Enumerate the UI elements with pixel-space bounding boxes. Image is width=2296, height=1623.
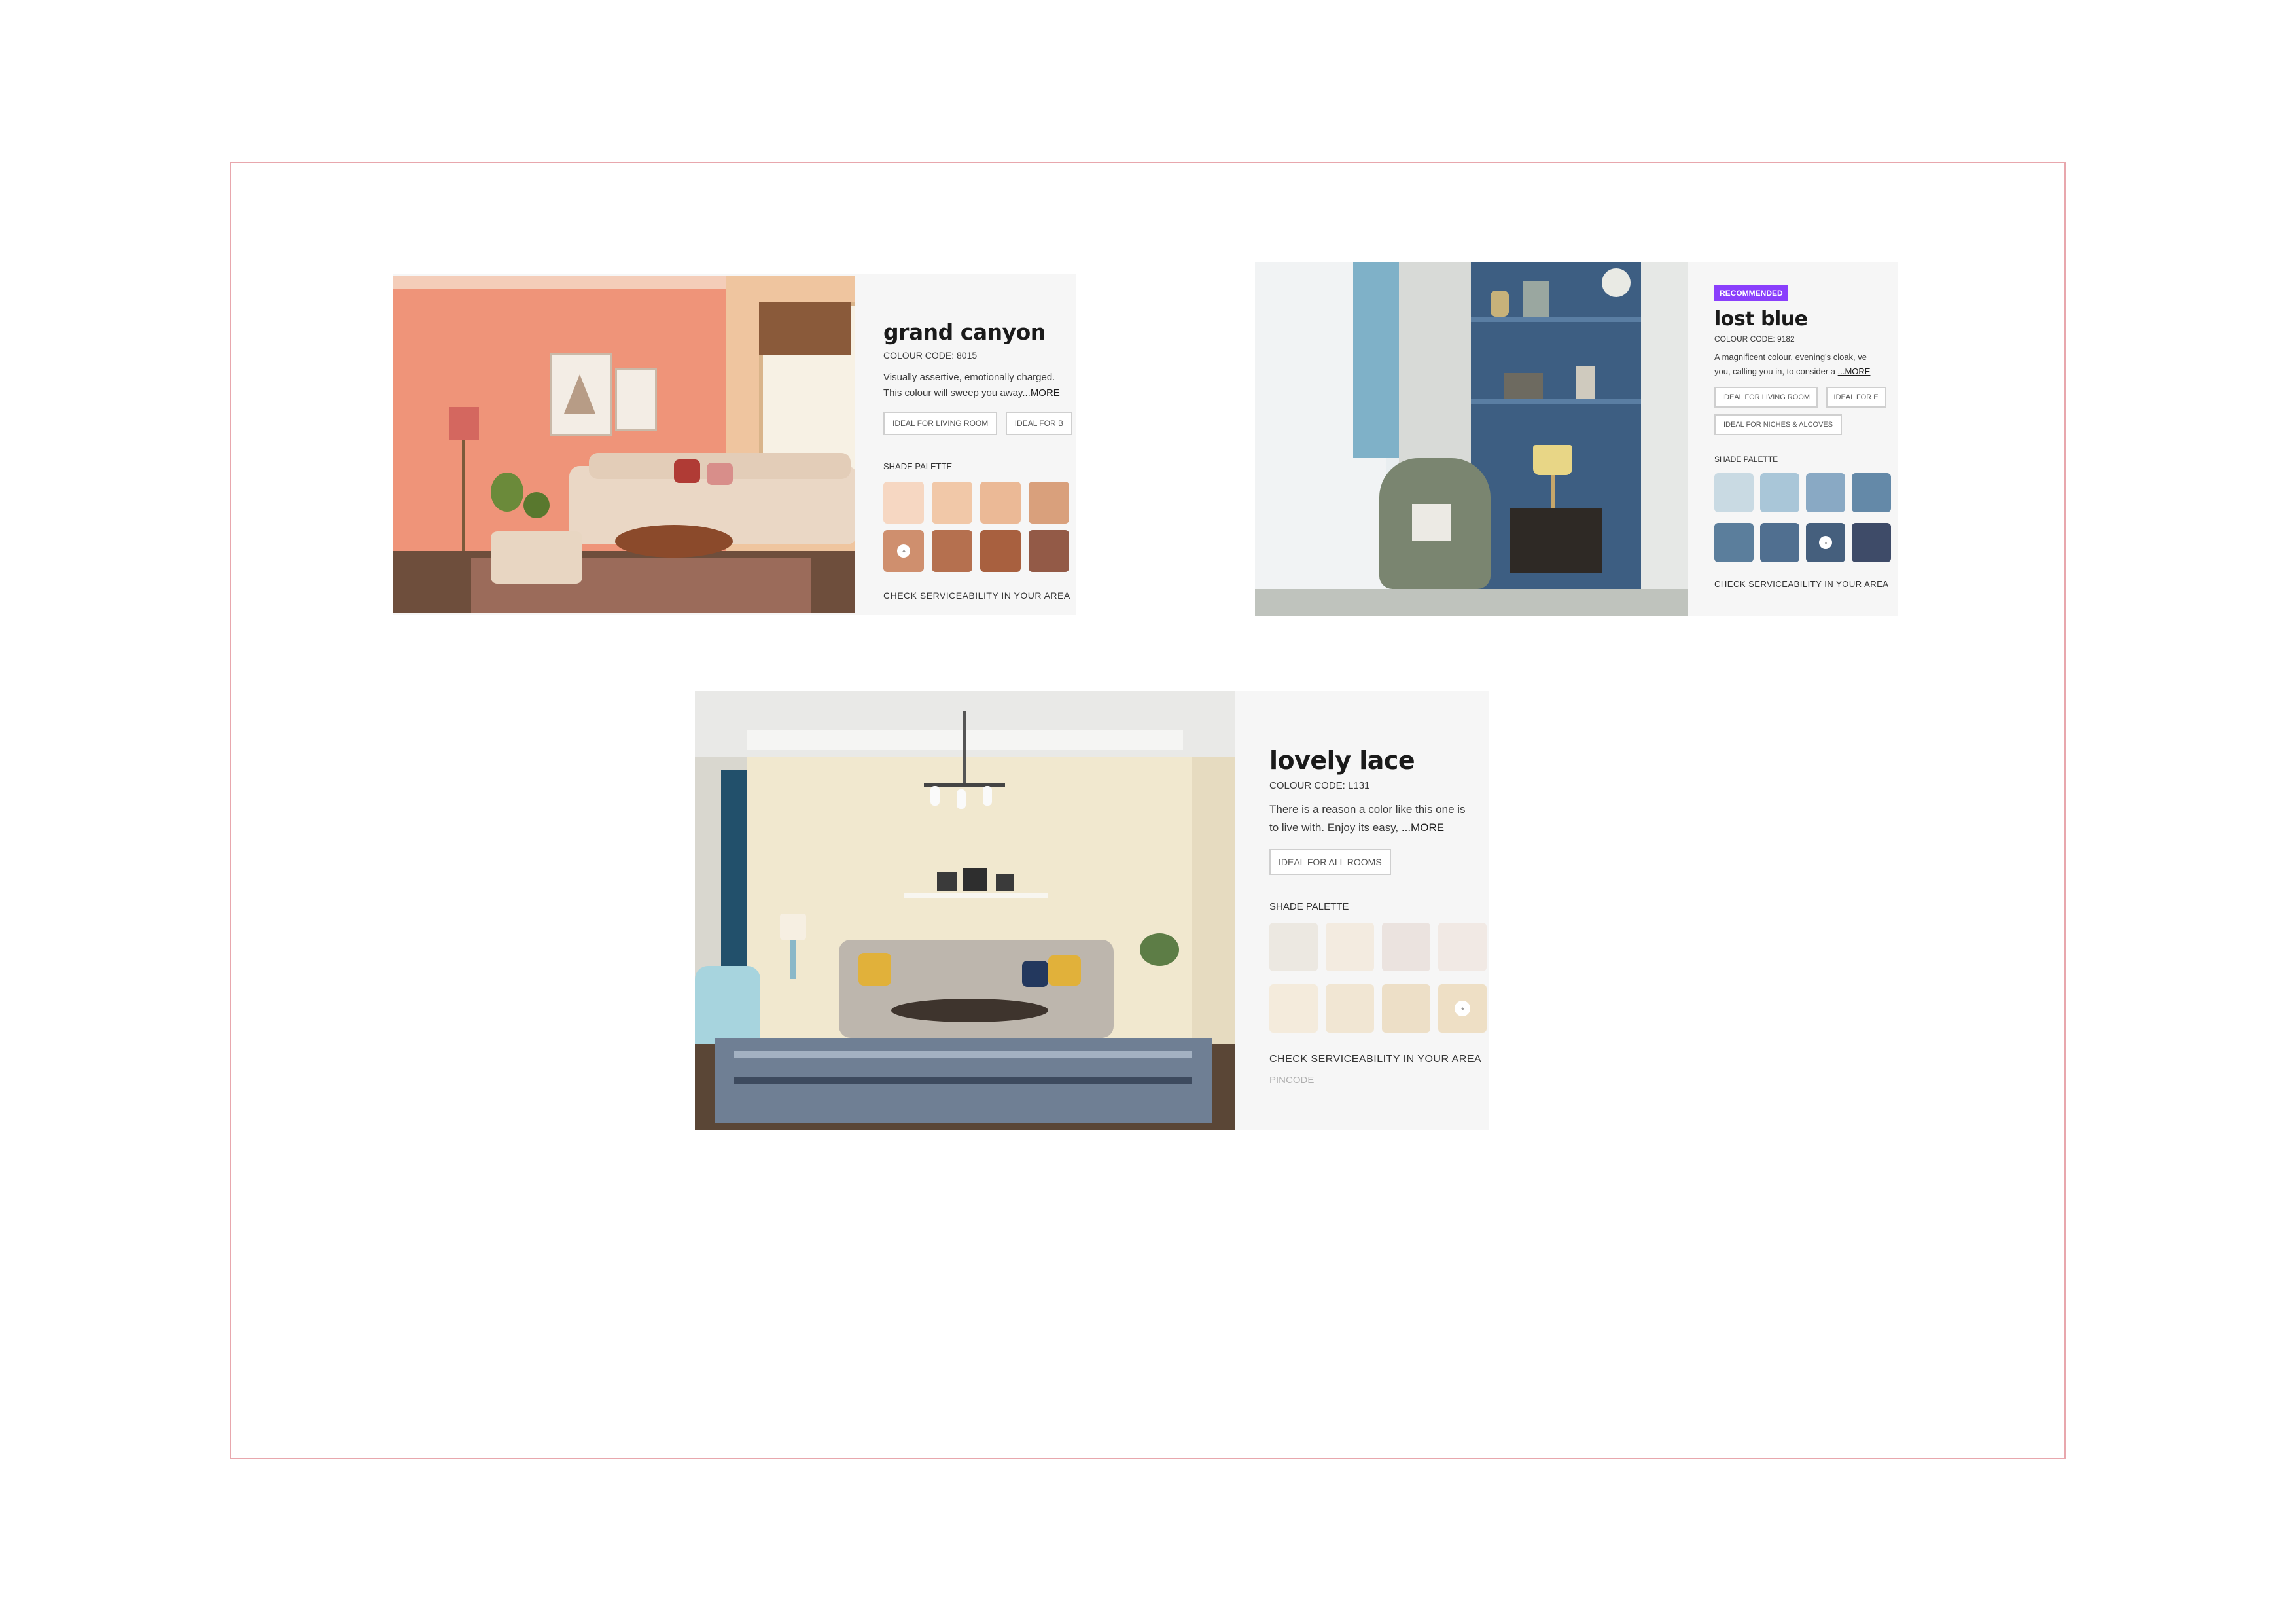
tag-ideal-for-entrance[interactable]: IDEAL FOR E [1826, 387, 1886, 408]
colour-card-lost-blue: RECOMMENDED lost blue COLOUR CODE: 9182 … [1255, 262, 1898, 616]
colour-description: There is a reason a color like this one … [1269, 803, 1466, 834]
shade-swatch[interactable] [1438, 923, 1487, 971]
shade-swatch-selected[interactable] [1438, 984, 1487, 1033]
colour-card-grand-canyon: grand canyon COLOUR CODE: 8015 Visually … [393, 274, 1076, 615]
tag-ideal-for-bedroom[interactable]: IDEAL FOR B [1005, 412, 1072, 435]
check-serviceability-label[interactable]: CHECK SERVICEABILITY IN YOUR AREA [1269, 1054, 1487, 1065]
checkmark-icon [897, 544, 910, 558]
shade-palette [1269, 923, 1487, 1033]
shade-palette-label: SHADE PALETTE [1714, 455, 1778, 464]
shade-swatch[interactable] [883, 482, 924, 524]
colour-card-lovely-lace: lovely lace COLOUR CODE: L131 There is a… [695, 691, 1489, 1130]
colour-code: COLOUR CODE: L131 [1269, 780, 1370, 791]
room-tags: IDEAL FOR LIVING ROOM IDEAL FOR B [883, 412, 1072, 435]
room-preview-image [695, 691, 1235, 1130]
shade-swatch[interactable] [1806, 473, 1845, 512]
checkmark-icon [1819, 536, 1832, 549]
shade-swatch[interactable] [932, 530, 972, 572]
shade-swatch[interactable] [1852, 523, 1891, 562]
tag-ideal-for-living-room[interactable]: IDEAL FOR LIVING ROOM [883, 412, 998, 435]
shade-palette-label: SHADE PALETTE [1269, 901, 1349, 912]
check-serviceability-label[interactable]: CHECK SERVICEABILITY IN YOUR AREA [883, 590, 1072, 601]
recommended-badge: RECOMMENDED [1714, 285, 1788, 301]
colour-details-panel: lovely lace COLOUR CODE: L131 There is a… [1235, 691, 1489, 1130]
shade-swatch[interactable] [1714, 473, 1754, 512]
shade-swatch[interactable] [1326, 923, 1374, 971]
shade-swatch[interactable] [1029, 530, 1069, 572]
room-tags-row-2: IDEAL FOR NICHES & ALCOVES [1714, 414, 1891, 435]
shade-swatch[interactable] [1760, 523, 1799, 562]
colour-details-panel: grand canyon COLOUR CODE: 8015 Visually … [855, 274, 1076, 615]
shade-palette [883, 482, 1072, 572]
shade-swatch[interactable] [980, 482, 1021, 524]
more-link[interactable]: ...MORE [1838, 366, 1871, 376]
shade-swatch[interactable] [1852, 473, 1891, 512]
shade-swatch[interactable] [1714, 523, 1754, 562]
colour-name: lost blue [1714, 308, 1808, 330]
checkmark-icon [1455, 1001, 1470, 1016]
colour-code: COLOUR CODE: 9182 [1714, 334, 1795, 344]
pincode-input[interactable]: PINCODE [1269, 1075, 1487, 1086]
colour-description: A magnificent colour, evening's cloak, v… [1714, 352, 1871, 376]
shade-swatch[interactable] [1760, 473, 1799, 512]
room-preview-image [393, 276, 855, 613]
tag-ideal-for-all-rooms[interactable]: IDEAL FOR ALL ROOMS [1269, 849, 1391, 875]
shade-swatch[interactable] [932, 482, 972, 524]
tag-ideal-for-niches[interactable]: IDEAL FOR NICHES & ALCOVES [1714, 414, 1843, 435]
shade-palette-label: SHADE PALETTE [883, 461, 953, 471]
shade-swatch[interactable] [1382, 984, 1430, 1033]
shade-palette [1714, 473, 1891, 562]
shade-swatch[interactable] [1029, 482, 1069, 524]
room-tags: IDEAL FOR ALL ROOMS [1269, 849, 1487, 875]
shade-swatch-selected[interactable] [1806, 523, 1845, 562]
more-link[interactable]: ...MORE [1402, 821, 1444, 834]
more-link[interactable]: ...MORE [1022, 387, 1060, 399]
shade-swatch[interactable] [980, 530, 1021, 572]
colour-description: Visually assertive, emotionally charged.… [883, 372, 1060, 399]
colour-name: grand canyon [883, 319, 1046, 345]
room-preview-image [1255, 262, 1688, 616]
colour-details-panel: RECOMMENDED lost blue COLOUR CODE: 9182 … [1688, 262, 1898, 616]
colour-code: COLOUR CODE: 8015 [883, 350, 978, 361]
tag-ideal-for-living-room[interactable]: IDEAL FOR LIVING ROOM [1714, 387, 1818, 408]
check-serviceability-label[interactable]: CHECK SERVICEABILITY IN YOUR AREA [1714, 579, 1891, 589]
shade-swatch[interactable] [1382, 923, 1430, 971]
shade-swatch-selected[interactable] [883, 530, 924, 572]
shade-swatch[interactable] [1269, 923, 1318, 971]
shade-swatch[interactable] [1326, 984, 1374, 1033]
room-tags: IDEAL FOR LIVING ROOM IDEAL FOR E [1714, 387, 1891, 408]
shade-swatch[interactable] [1269, 984, 1318, 1033]
colour-name: lovely lace [1269, 746, 1415, 775]
